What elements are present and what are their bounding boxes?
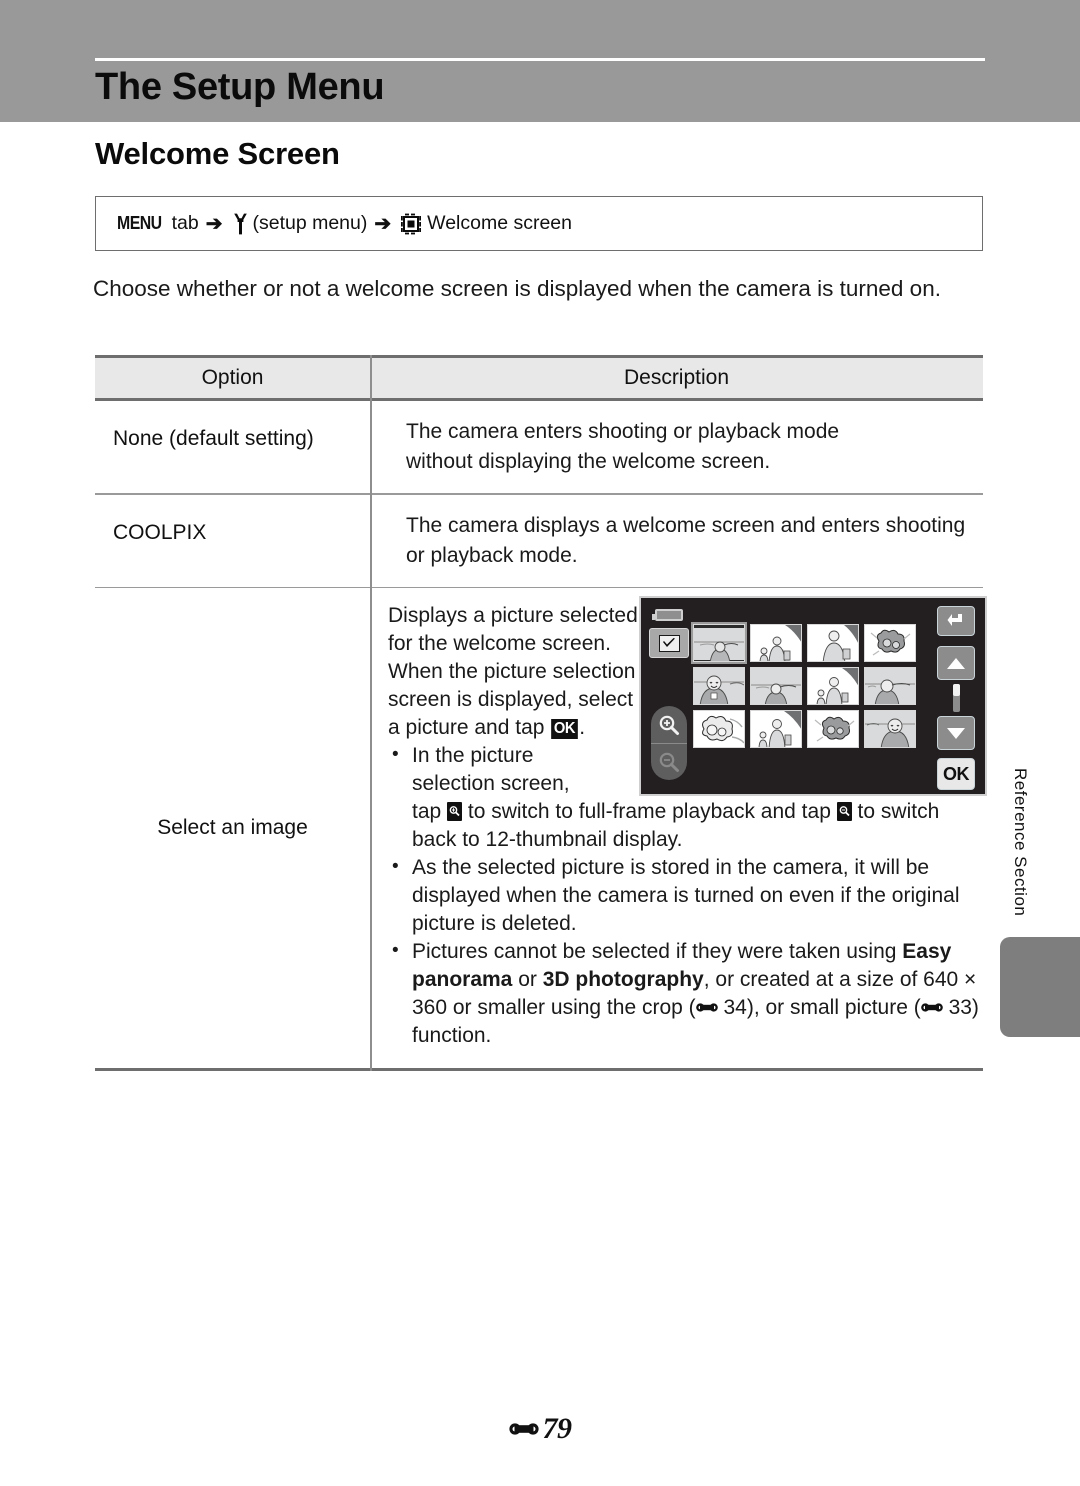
chapter-header-band: The Setup Menu	[0, 0, 1080, 122]
scroll-up-icon[interactable]	[937, 646, 975, 680]
page-number-footer: 79	[0, 1412, 1080, 1446]
menu-path-box: MENU tab ➔ (setup menu) ➔ Welcome screen	[95, 196, 983, 251]
arrow-right-icon-1: ➔	[205, 213, 223, 235]
table-row: COOLPIX The camera displays a welcome sc…	[95, 494, 983, 587]
bullet1-lead: In the picture selection screen,	[412, 744, 570, 795]
zoom-out-icon	[836, 802, 852, 821]
table-bottom-border	[95, 1068, 983, 1071]
zoom-in-icon[interactable]	[651, 706, 687, 743]
thumbnail-item[interactable]	[864, 624, 916, 662]
table-header-row: Option Description	[95, 355, 983, 1071]
bullet3-bold-3d-photography: 3D photography	[542, 968, 704, 991]
thumbnail-item[interactable]	[807, 624, 859, 662]
bullet2-text: As the selected picture is stored in the…	[412, 856, 960, 935]
option-label: None (default setting)	[113, 427, 314, 450]
select-image-bullets: In the picture selection screen, tap to …	[388, 741, 987, 1050]
ok-inline-icon: OK	[551, 719, 579, 739]
checkbox-select-icon[interactable]	[649, 628, 689, 658]
reference-section-label: Reference Section	[1011, 768, 1030, 917]
thumbnail-item[interactable]	[807, 667, 859, 705]
bullet1-b: to switch to full-frame playback and tap	[462, 800, 837, 823]
list-item: As the selected picture is stored in the…	[388, 853, 987, 938]
thumbnail-item[interactable]	[693, 667, 745, 705]
thumbnail-item[interactable]	[750, 624, 802, 662]
zoom-in-icon	[447, 802, 463, 821]
bullet3-ref2: 33	[948, 996, 972, 1019]
scrollbar-thumb[interactable]	[953, 684, 960, 696]
row-option-cell: None (default setting)	[95, 401, 370, 493]
list-item: Pictures cannot be selected if they were…	[388, 937, 987, 1050]
wrench-icon	[232, 213, 249, 235]
thumbnail-item[interactable]	[691, 622, 747, 664]
page-number: 79	[542, 1412, 573, 1445]
option-label: COOLPIX	[113, 520, 207, 544]
select-image-intro-text: Displays a picture selected for the welc…	[388, 604, 638, 739]
bullet3-ref1: 34	[723, 996, 747, 1019]
description-text: The camera enters shooting or playback m…	[406, 420, 840, 473]
list-item: In the picture selection screen, tap to …	[388, 741, 987, 854]
select-image-intro: Displays a picture selected for the welc…	[388, 602, 638, 742]
arrow-right-icon-2: ➔	[374, 213, 392, 235]
header-rule	[95, 58, 985, 61]
row-description-cell: OK Displays a picture selected for the w…	[370, 588, 1001, 1068]
table-header-option: Option	[201, 366, 264, 389]
bullet1-a: tap	[412, 800, 448, 823]
row-description-cell: The camera enters shooting or playback m…	[370, 401, 983, 493]
section-title: Welcome Screen	[95, 136, 340, 171]
intro-paragraph: Choose whether or not a welcome screen i…	[93, 276, 941, 301]
table-header-description: Description	[623, 366, 730, 389]
reference-dumbbell-icon	[508, 1420, 539, 1438]
options-table: Option Description None (default setting…	[95, 355, 987, 1071]
table-row: Select an image OK Displays a picture se…	[95, 588, 987, 1068]
bullet3-mid3: ), or small picture (	[746, 996, 921, 1019]
welcome-screen-icon	[400, 213, 422, 235]
table-row: None (default setting) The camera enters…	[95, 401, 983, 493]
scrollbar[interactable]	[953, 684, 960, 712]
reference-dumbbell-icon	[695, 994, 718, 1012]
chapter-title: The Setup Menu	[95, 66, 385, 108]
description-text: The camera displays a welcome screen and…	[406, 513, 966, 567]
thumbnail-item[interactable]	[750, 667, 802, 705]
menu-button-glyph: MENU	[117, 213, 162, 233]
row-description-cell: The camera displays a welcome screen and…	[370, 495, 988, 587]
section-thumb-tab	[1000, 937, 1080, 1037]
bullet3-pre: Pictures cannot be selected if they were…	[412, 940, 903, 963]
select-image-intro-period: .	[579, 716, 586, 739]
setup-menu-label: (setup menu)	[252, 212, 368, 234]
reference-dumbbell-icon	[920, 994, 943, 1012]
battery-icon	[652, 609, 683, 621]
row-option-cell: Select an image	[95, 588, 370, 1068]
back-arrow-icon[interactable]	[937, 606, 975, 636]
thumbnail-item[interactable]	[864, 667, 916, 705]
row-option-cell: COOLPIX	[95, 495, 370, 587]
option-label: Select an image	[157, 816, 308, 839]
bullet3-mid1: or	[512, 968, 543, 991]
welcome-screen-label: Welcome screen	[427, 212, 573, 234]
menu-path-tab-word: tab	[171, 212, 199, 234]
